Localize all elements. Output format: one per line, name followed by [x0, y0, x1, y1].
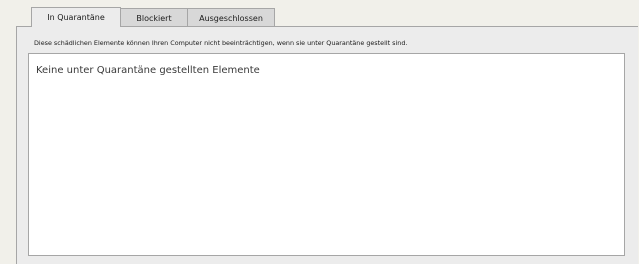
- empty-list-message: Keine unter Quarantäne gestellten Elemen…: [36, 65, 260, 76]
- tab-excluded[interactable]: Ausgeschlossen: [187, 8, 275, 27]
- tab-panel: Diese schädlichen Elemente können Ihren …: [16, 26, 638, 264]
- tab-blocked[interactable]: Blockiert: [120, 8, 188, 27]
- quarantine-list[interactable]: Keine unter Quarantäne gestellten Elemen…: [28, 53, 625, 256]
- quarantine-view: In Quarantäne Blockiert Ausgeschlossen D…: [0, 0, 639, 264]
- tab-quarantine[interactable]: In Quarantäne: [31, 7, 121, 27]
- tab-bar: In Quarantäne Blockiert Ausgeschlossen: [31, 7, 275, 27]
- panel-description: Diese schädlichen Elemente können Ihren …: [34, 39, 408, 47]
